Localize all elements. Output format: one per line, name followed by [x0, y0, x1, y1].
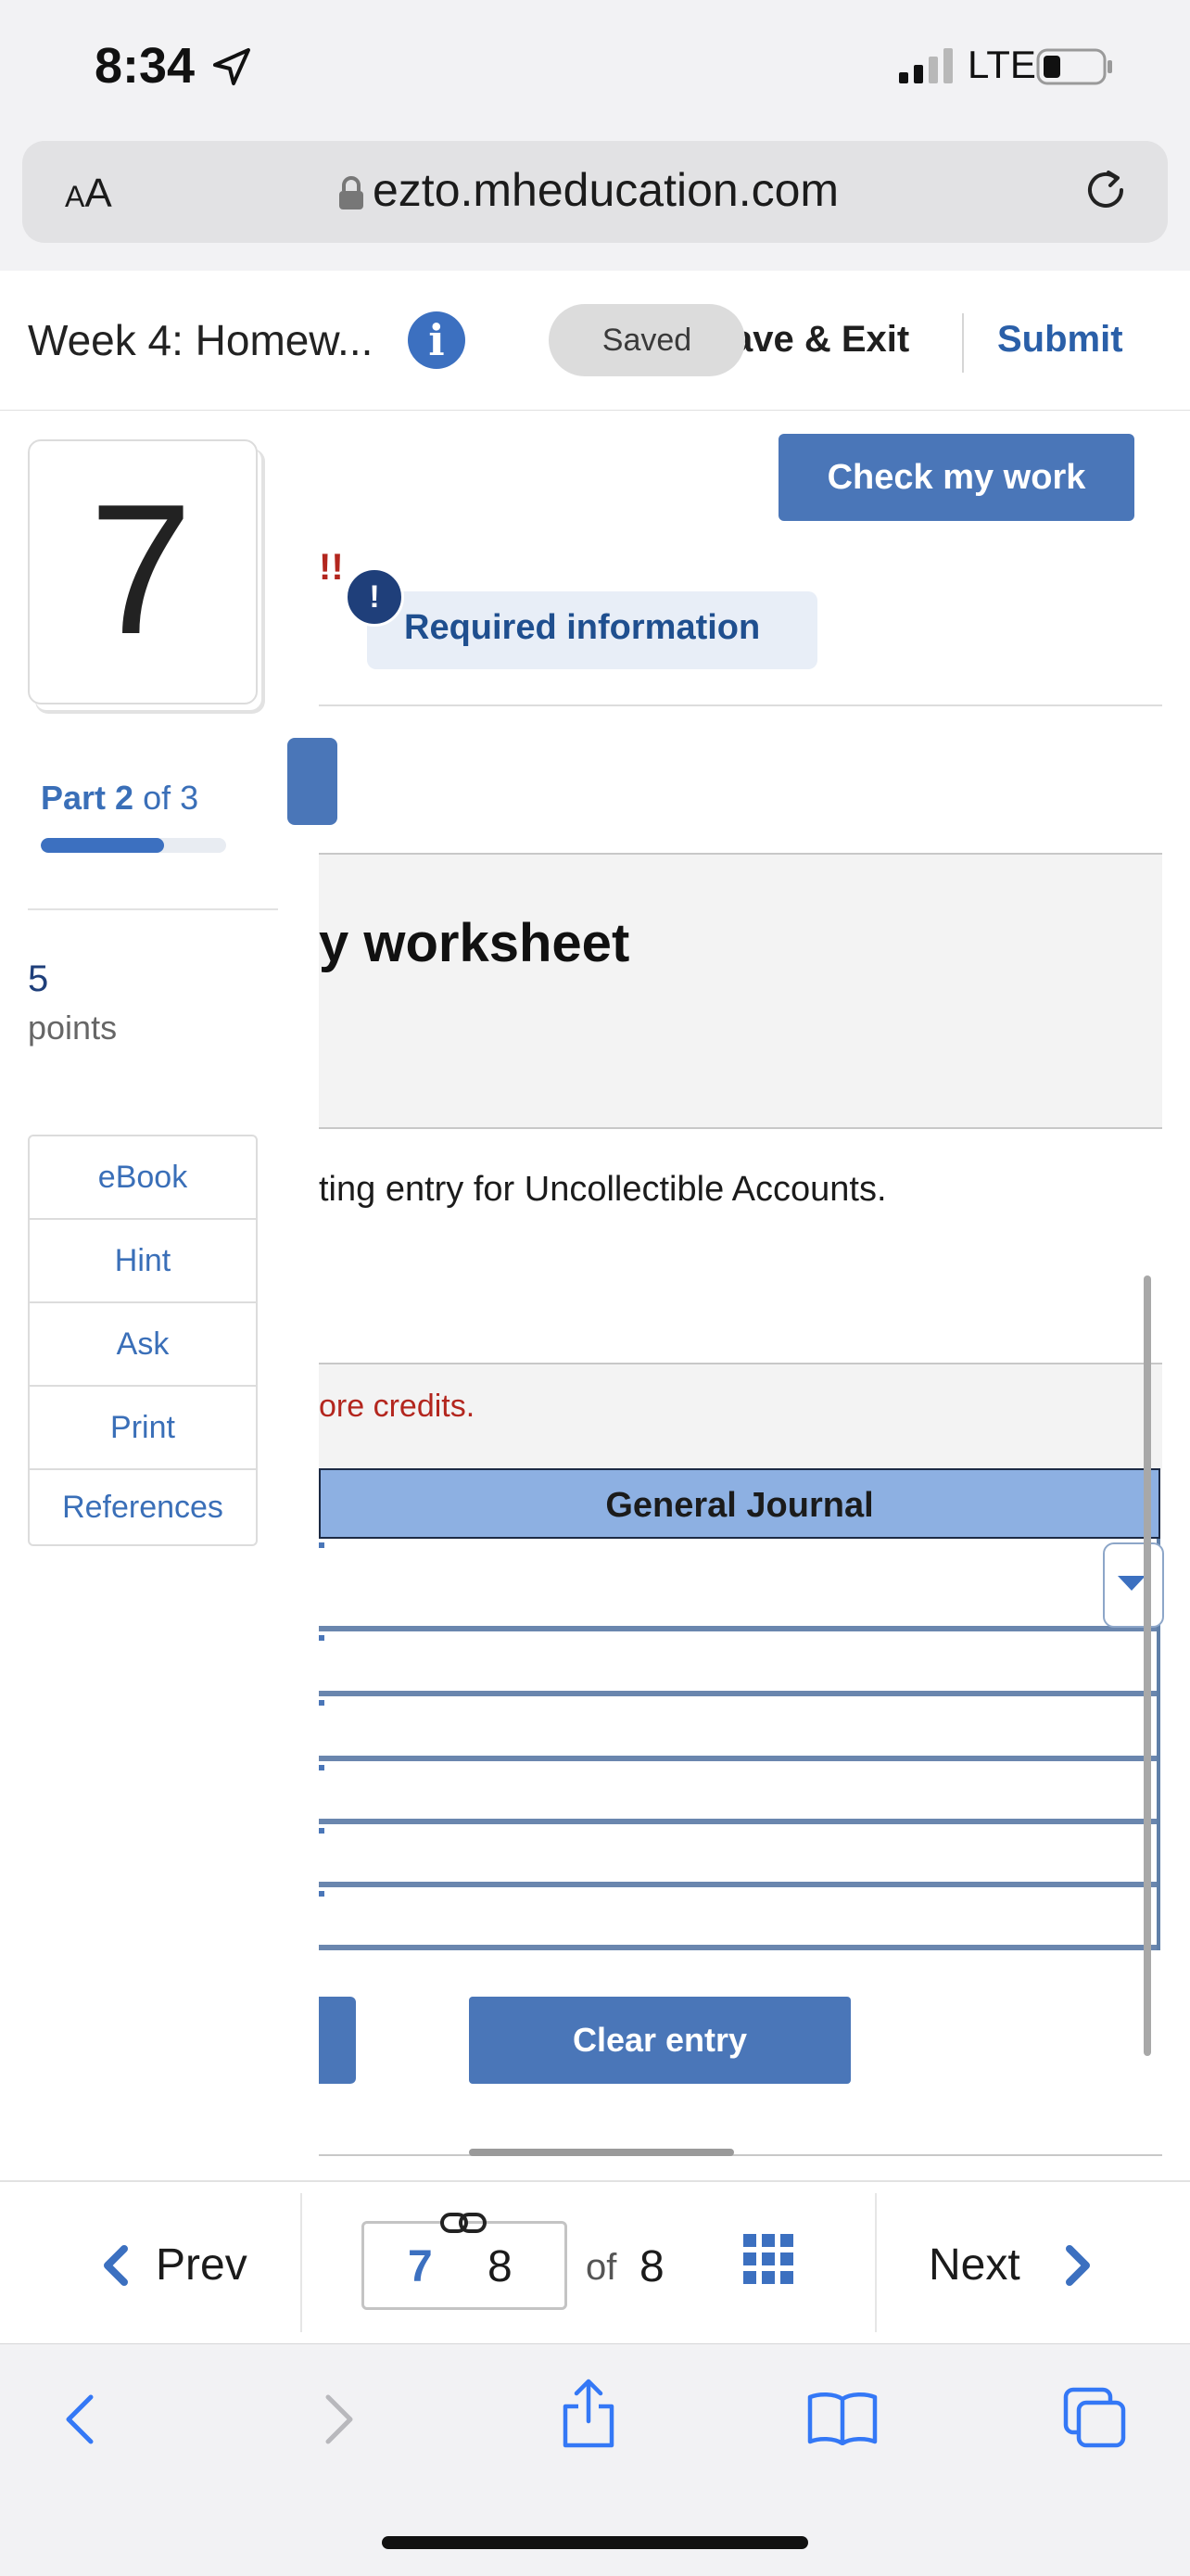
current-page: 7 — [408, 2242, 433, 2291]
section-divider — [319, 704, 1162, 706]
reload-icon[interactable] — [1081, 165, 1131, 215]
part-progress-fill — [41, 838, 165, 853]
next-label[interactable]: Next — [929, 2240, 1020, 2290]
row-marker — [319, 1542, 324, 1548]
row-marker — [319, 1765, 324, 1770]
journal-row[interactable] — [319, 1631, 1157, 1696]
home-indicator — [382, 2536, 808, 2549]
forward-icon[interactable] — [321, 2392, 358, 2447]
points-label: points — [28, 1009, 118, 1047]
journal-row[interactable] — [319, 1824, 1157, 1887]
row-marker — [319, 1891, 324, 1897]
general-journal-header: General Journal — [319, 1468, 1160, 1539]
required-information-label[interactable]: Required information — [404, 608, 760, 648]
page-total: 8 — [639, 2242, 665, 2291]
content-bottom-border — [319, 2154, 1162, 2156]
cellular-signal-icon — [899, 48, 953, 83]
journal-row[interactable] — [319, 1887, 1157, 1950]
chevron-right-icon — [1066, 2245, 1090, 2286]
alert-icon: ! — [345, 567, 404, 627]
credit-note: ore credits. — [319, 1389, 475, 1424]
points-value: 5 — [28, 958, 49, 999]
link-icon — [440, 2213, 487, 2233]
hint-link[interactable]: Hint — [30, 1220, 256, 1303]
check-my-work-button[interactable]: Check my work — [779, 434, 1134, 521]
grid-icon[interactable] — [743, 2234, 793, 2284]
question-number: 7 — [89, 466, 193, 673]
sidebar-divider — [28, 908, 278, 910]
vertical-scrollbar[interactable] — [1144, 1275, 1151, 2056]
ebook-link[interactable]: eBook — [30, 1136, 256, 1220]
record-entry-button[interactable] — [319, 1997, 356, 2084]
journal-row[interactable] — [319, 1539, 1157, 1631]
journal-row[interactable] — [319, 1696, 1157, 1761]
assignment-title[interactable]: Week 4: Homew... — [28, 315, 373, 365]
clear-entry-button[interactable]: Clear entry — [469, 1997, 851, 2084]
battery-icon — [1036, 48, 1112, 85]
question-tools: eBook Hint Ask Print References — [28, 1135, 258, 1546]
prev-label[interactable]: Prev — [156, 2240, 247, 2290]
share-icon[interactable] — [560, 2379, 617, 2449]
row-marker — [319, 1700, 324, 1706]
save-exit-button[interactable]: ave & Exit — [732, 319, 909, 361]
part-progress-bar — [41, 838, 226, 853]
back-icon[interactable] — [61, 2392, 98, 2447]
references-link[interactable]: References — [30, 1470, 256, 1544]
journal-table — [319, 1539, 1160, 1950]
page-total-in-box: 8 — [487, 2242, 513, 2291]
instruction-text: ting entry for Uncollectible Accounts. — [319, 1170, 887, 1209]
worksheet-header-panel — [319, 855, 1162, 1129]
text-size-button[interactable]: AA — [65, 171, 112, 217]
location-arrow-icon — [213, 48, 250, 85]
worksheet-tab[interactable] — [287, 738, 337, 825]
row-marker — [319, 1635, 324, 1641]
tabs-icon[interactable] — [1062, 2386, 1127, 2449]
page-of-label: of — [586, 2247, 617, 2288]
ask-link[interactable]: Ask — [30, 1303, 256, 1387]
chevron-down-icon — [1118, 1576, 1146, 1591]
row-marker — [319, 1828, 324, 1834]
lock-icon — [339, 176, 363, 209]
submit-button[interactable]: Submit — [997, 319, 1123, 361]
worksheet-title: y worksheet — [319, 913, 630, 973]
warning-text: !! — [319, 547, 344, 584]
chevron-left-icon — [104, 2245, 128, 2286]
info-icon[interactable]: i — [408, 311, 465, 369]
status-time: 8:34 — [95, 38, 196, 94]
print-link[interactable]: Print — [30, 1387, 256, 1470]
url-text[interactable]: ezto.mheducation.com — [373, 163, 839, 217]
carrier-label: LTE — [968, 43, 1036, 86]
header-divider — [962, 313, 964, 373]
bookmarks-icon[interactable] — [806, 2390, 879, 2445]
horizontal-scrollbar[interactable] — [469, 2149, 734, 2156]
journal-row[interactable] — [319, 1761, 1157, 1824]
saved-toast: Saved — [549, 304, 745, 376]
part-indicator: Part 2 of 3 — [41, 779, 199, 817]
